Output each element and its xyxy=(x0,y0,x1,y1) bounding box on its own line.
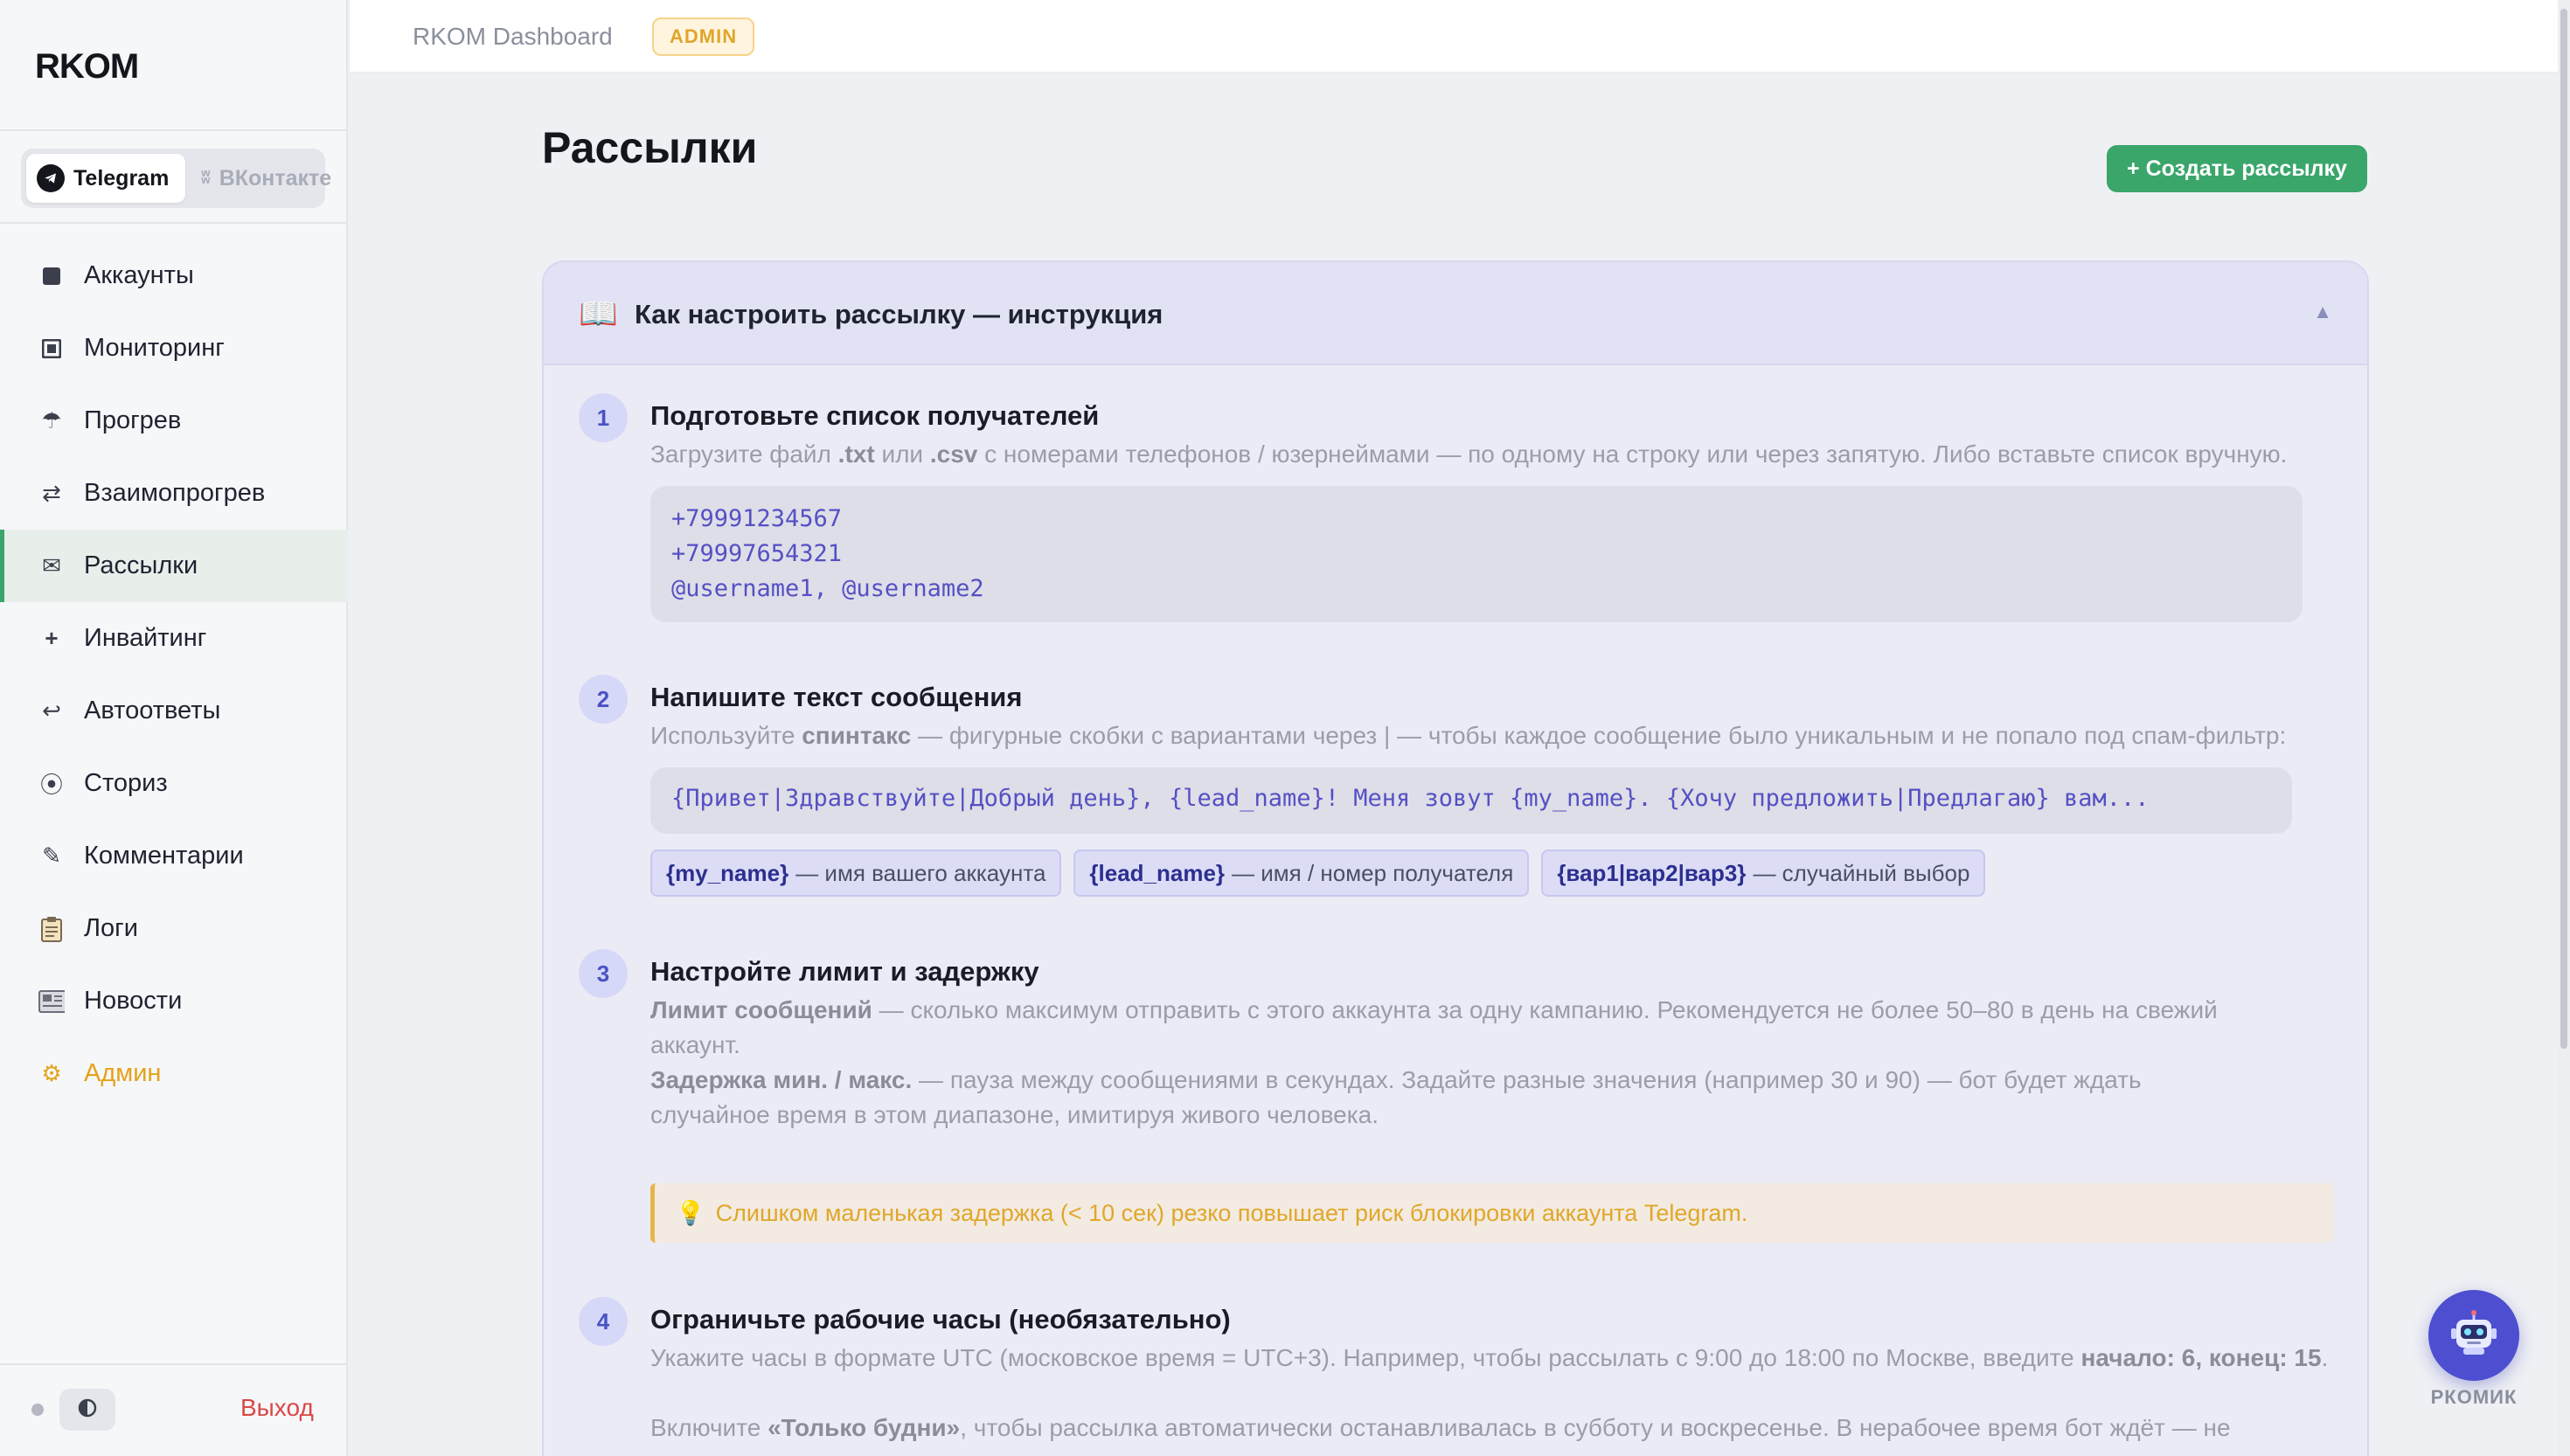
recipients-example-code: +79991234567 +79997654321 @username1, @u… xyxy=(650,486,2303,622)
warning-box: 💡 Слишком маленькая задержка (< 10 сек) … xyxy=(650,1183,2334,1243)
variable-chip: {вар1|вар2|вар3} — случайный выбор xyxy=(1541,849,1986,897)
topbar: RKOM Dashboard ADMIN xyxy=(350,0,2570,73)
sidebar-item-label: Аккаунты xyxy=(84,261,194,289)
sidebar: RKOM Telegram ʬ ВКонтакте Аккаунты Монит… xyxy=(0,0,348,1456)
clipboard-icon xyxy=(38,916,65,942)
half-circle-icon xyxy=(78,1398,97,1422)
create-mailing-button[interactable]: + Создать рассылку xyxy=(2107,145,2367,192)
sidebar-item-inviting[interactable]: + Инвайтинг xyxy=(0,602,348,675)
sidebar-item-news[interactable]: Новости xyxy=(0,965,348,1037)
sidebar-item-admin[interactable]: ⚙ Админ xyxy=(0,1037,348,1110)
collapse-icon[interactable]: ▲ xyxy=(2313,301,2332,323)
sidebar-item-monitoring[interactable]: Мониторинг xyxy=(0,312,348,385)
step-title: Напишите текст сообщения xyxy=(650,682,1023,712)
plus-icon: + xyxy=(45,625,59,651)
divider xyxy=(0,222,348,224)
variable-chip: {lead_name} — имя / номер получателя xyxy=(1073,849,1530,897)
sidebar-item-warmup[interactable]: ☂ Прогрев xyxy=(0,385,348,457)
step-title: Настройте лимит и задержку xyxy=(650,956,1039,987)
reply-icon: ↩ xyxy=(42,697,61,724)
variable-chip: {my_name} — имя вашего аккаунта xyxy=(650,849,1062,897)
newspaper-icon xyxy=(38,989,65,1013)
platform-label: Telegram xyxy=(73,165,170,191)
theme-toggle-button[interactable] xyxy=(59,1389,115,1431)
step-number: 1 xyxy=(579,393,628,442)
sidebar-item-label: Прогрев xyxy=(84,406,182,434)
variable-chips: {my_name} — имя вашего аккаунта {lead_nam… xyxy=(650,849,1986,897)
instructions-header[interactable]: 📖 Как настроить рассылку — инструкция ▲ xyxy=(544,262,2367,365)
sidebar-item-label: Админ xyxy=(84,1059,162,1087)
sidebar-nav: Аккаунты Мониторинг ☂ Прогрев ⇄ Взаимопр… xyxy=(0,239,348,1110)
sidebar-item-autoreplies[interactable]: ↩ Автоответы xyxy=(0,675,348,747)
step-description: Укажите часы в формате UTC (московское в… xyxy=(650,1344,2329,1371)
sidebar-item-label: Сториз xyxy=(84,769,168,797)
sidebar-item-label: Новости xyxy=(84,987,183,1015)
connection-status-dot xyxy=(31,1404,44,1416)
step-description: Лимит сообщений — сколько максимум отпра… xyxy=(650,996,2218,1058)
circle-dot-icon: ⦿ xyxy=(39,772,63,798)
assistant-bot-button[interactable] xyxy=(2428,1290,2519,1381)
bot-label: РКОМИК xyxy=(2430,1386,2518,1408)
sidebar-item-stories[interactable]: ⦿ Сториз xyxy=(0,747,348,820)
step-title: Подготовьте список получателей xyxy=(650,400,1100,431)
instructions-panel: 📖 Как настроить рассылку — инструкция ▲ … xyxy=(542,260,2369,1456)
platform-telegram-button[interactable]: Telegram xyxy=(26,154,185,203)
scrollbar-thumb[interactable] xyxy=(2560,9,2567,1049)
sidebar-item-logs[interactable]: Логи xyxy=(0,892,348,965)
warning-text: Слишком маленькая задержка (< 10 сек) ре… xyxy=(715,1199,1748,1226)
step-description: Используйте спинтакс — фигурные скобки с… xyxy=(650,722,2287,749)
sidebar-item-label: Инвайтинг xyxy=(84,624,207,652)
sidebar-item-label: Логи xyxy=(84,914,138,942)
sidebar-item-label: Взаимопрогрев xyxy=(84,479,266,507)
admin-badge: ADMIN xyxy=(652,17,755,56)
book-icon: 📖 xyxy=(579,295,618,331)
pencil-icon: ✎ xyxy=(42,842,61,869)
robot-icon xyxy=(2449,1309,2498,1362)
umbrella-icon: ☂ xyxy=(41,407,62,433)
sidebar-item-comments[interactable]: ✎ Комментарии xyxy=(0,820,348,892)
gear-icon: ⚙ xyxy=(41,1060,62,1086)
platform-vk-button[interactable]: ʬ ВКонтакте xyxy=(191,154,342,203)
instructions-title: Как настроить рассылку — инструкция xyxy=(635,299,1163,329)
sidebar-item-mutual-warmup[interactable]: ⇄ Взаимопрогрев xyxy=(0,457,348,530)
spintax-example-code: {Привет|Здравствуйте|Добрый день}, {lead… xyxy=(650,767,2292,834)
divider xyxy=(0,129,348,131)
sidebar-item-mailings[interactable]: ✉ Рассылки xyxy=(0,530,348,602)
dashboard-title: RKOM Dashboard xyxy=(413,23,613,50)
square-icon xyxy=(38,267,65,286)
platform-switch: Telegram ʬ ВКонтакте xyxy=(21,149,331,208)
divider xyxy=(0,1363,348,1365)
step-description: Загрузите файл .txt или .csv с номерами … xyxy=(650,440,2288,468)
step-description: Включите «Только будни», чтобы рассылка … xyxy=(650,1414,2231,1441)
logout-link[interactable]: Выход xyxy=(240,1394,314,1422)
page-title: Рассылки xyxy=(542,123,758,172)
platform-label: ВКонтакте xyxy=(219,165,332,191)
sidebar-item-label: Комментарии xyxy=(84,842,244,870)
sidebar-item-label: Рассылки xyxy=(84,551,198,579)
step-description: Задержка мин. / макс. — пауза между сооб… xyxy=(650,1066,2142,1128)
sidebar-item-accounts[interactable]: Аккаунты xyxy=(0,239,348,312)
monitor-icon xyxy=(38,338,65,358)
envelope-icon: ✉ xyxy=(42,552,61,579)
step-number: 4 xyxy=(579,1297,628,1346)
telegram-icon xyxy=(37,164,65,192)
app-logo[interactable]: RKOM xyxy=(35,47,139,87)
step-number: 3 xyxy=(579,949,628,998)
sidebar-item-label: Автоответы xyxy=(84,697,221,725)
step-title: Ограничьте рабочие часы (необязательно) xyxy=(650,1304,1231,1335)
page-scrollbar[interactable] xyxy=(2558,0,2570,1456)
sidebar-item-label: Мониторинг xyxy=(84,334,225,362)
lightbulb-icon: 💡 xyxy=(676,1200,705,1226)
vk-icon: ʬ xyxy=(201,168,211,188)
arrows-icon: ⇄ xyxy=(42,480,61,506)
step-number: 2 xyxy=(579,675,628,724)
